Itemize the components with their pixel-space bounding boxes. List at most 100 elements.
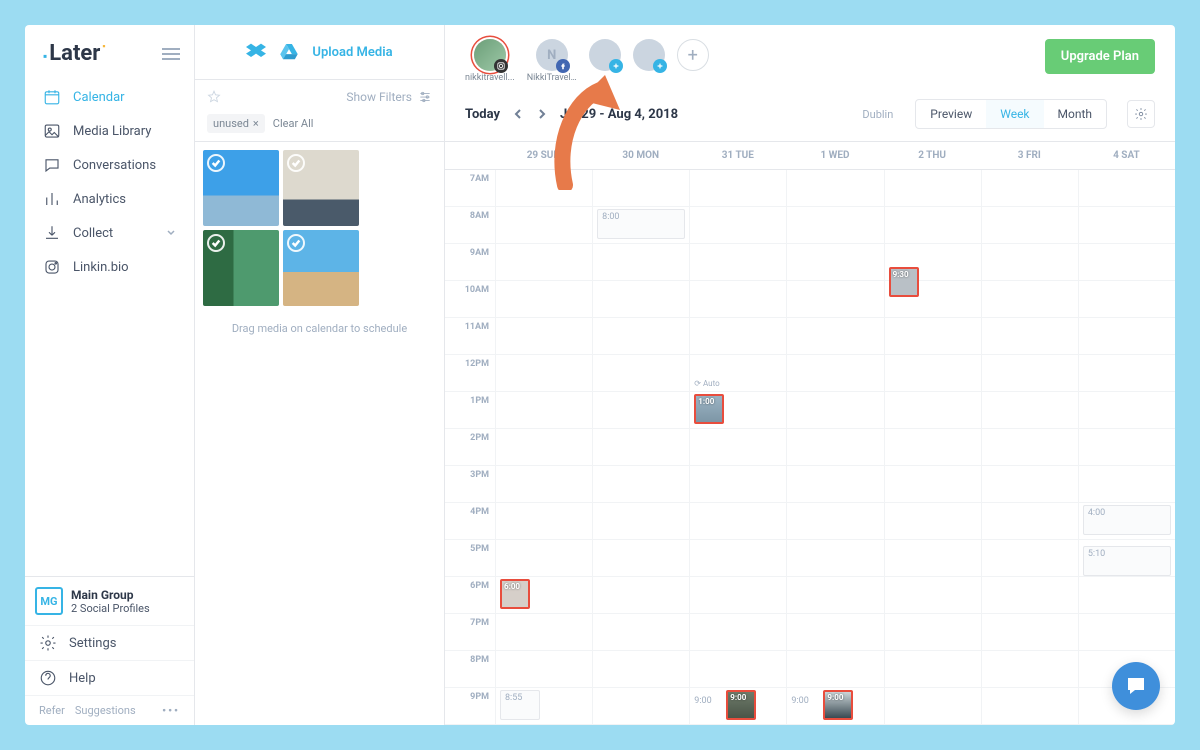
sidebar-item-collect[interactable]: Collect (33, 216, 186, 250)
hour-label: 8PM (445, 651, 495, 687)
media-thumbnail[interactable] (203, 230, 279, 306)
brand-logo: Later (43, 41, 106, 66)
media-thumbnail[interactable] (203, 150, 279, 226)
day-header: 31 TUE (689, 142, 786, 169)
social-profile-facebook[interactable]: N NikkiTravell... (527, 39, 577, 83)
week-tab[interactable]: Week (986, 100, 1043, 128)
check-icon (287, 234, 305, 252)
group-title: Main Group (71, 588, 150, 602)
calendar-settings-button[interactable] (1127, 100, 1155, 128)
dropbox-icon[interactable] (246, 43, 266, 61)
day-header: 2 THU (884, 142, 981, 169)
sidebar-item-label: Media Library (73, 124, 151, 139)
scheduled-post[interactable]: 1:00 (694, 394, 724, 424)
calendar-icon (43, 88, 61, 106)
scheduled-post[interactable]: 9:30 (889, 267, 919, 297)
profile-label: nikkitravell... (465, 73, 515, 83)
sliders-icon (418, 90, 432, 104)
hour-label: 8AM (445, 207, 495, 243)
auto-badge: ⟳ Auto (694, 379, 719, 388)
chevron-left-icon[interactable] (512, 108, 524, 120)
day-header: 29 SUN (495, 142, 592, 169)
hour-label: 11AM (445, 318, 495, 354)
view-segmented-control: Preview Week Month (915, 99, 1107, 129)
today-button[interactable]: Today (465, 107, 500, 122)
close-icon[interactable]: × (253, 117, 259, 130)
add-profile-button[interactable]: + (677, 39, 709, 71)
sidebar-item-conversations[interactable]: Conversations (33, 148, 186, 182)
filter-tag-unused[interactable]: unused× (207, 114, 265, 133)
time-slot[interactable]: 5:10 (1083, 546, 1171, 576)
hour-label: 4PM (445, 503, 495, 539)
plus-icon (653, 59, 667, 73)
social-profile-pinterest-add[interactable]: P (589, 39, 621, 71)
hour-label: 9PM (445, 688, 495, 724)
group-subtitle: 2 Social Profiles (71, 602, 150, 615)
more-icon[interactable]: ••• (162, 704, 180, 717)
media-thumbnail[interactable] (283, 150, 359, 226)
day-header: 4 SAT (1078, 142, 1175, 169)
time-slot[interactable]: 8:55 (500, 690, 540, 720)
upload-media-button[interactable]: Upload Media (312, 45, 392, 60)
sidebar-item-calendar[interactable]: Calendar (33, 80, 186, 114)
sidebar-item-media[interactable]: Media Library (33, 114, 186, 148)
suggestions-link[interactable]: Suggestions (75, 704, 136, 717)
social-profile-instagram[interactable]: nikkitravell... (465, 39, 515, 83)
hour-label: 10AM (445, 281, 495, 317)
sidebar-item-label: Collect (73, 226, 113, 241)
profile-label: NikkiTravell... (527, 73, 577, 83)
sidebar-item-analytics[interactable]: Analytics (33, 182, 186, 216)
calendar-grid[interactable]: 29 SUN 30 MON 31 TUE 1 WED 2 THU 3 FRI 4… (445, 142, 1175, 725)
sidebar: Later Calendar Media Library Conversatio… (25, 25, 195, 725)
chat-icon (1124, 674, 1148, 698)
gear-icon (1134, 107, 1148, 121)
hour-label: 6PM (445, 577, 495, 613)
time-slot[interactable]: 8:00 (597, 209, 685, 239)
plus-icon (609, 59, 623, 73)
group-selector[interactable]: MG Main Group 2 Social Profiles (25, 576, 194, 625)
hour-label: 3PM (445, 466, 495, 502)
link-icon (43, 258, 61, 276)
scheduled-post[interactable]: 6:00 (500, 579, 530, 609)
preview-tab[interactable]: Preview (916, 100, 986, 128)
check-icon (207, 234, 225, 252)
media-thumbnail[interactable] (283, 230, 359, 306)
sidebar-item-linkin[interactable]: Linkin.bio (33, 250, 186, 284)
group-avatar: MG (35, 587, 63, 615)
refer-link[interactable]: Refer (39, 704, 65, 717)
upgrade-plan-button[interactable]: Upgrade Plan (1045, 39, 1155, 74)
media-panel: Upload Media Show Filters unused× Clear … (195, 25, 445, 725)
hour-label: 9AM (445, 244, 495, 280)
sidebar-item-label: Linkin.bio (73, 260, 129, 275)
scheduled-post[interactable]: 9:00 (823, 690, 853, 720)
chevron-right-icon[interactable] (536, 108, 548, 120)
google-drive-icon[interactable] (280, 44, 298, 60)
show-filters-button[interactable]: Show Filters (346, 90, 432, 104)
sidebar-item-label: Calendar (73, 90, 125, 105)
hour-label: 2PM (445, 429, 495, 465)
check-icon (207, 154, 225, 172)
gear-icon (39, 634, 57, 652)
settings-link[interactable]: Settings (25, 625, 194, 660)
clear-all-button[interactable]: Clear All (273, 117, 314, 130)
menu-toggle-icon[interactable] (162, 45, 180, 63)
help-link[interactable]: Help (25, 660, 194, 695)
hour-label: 7AM (445, 170, 495, 206)
day-header-row: 29 SUN 30 MON 31 TUE 1 WED 2 THU 3 FRI 4… (445, 142, 1175, 170)
star-icon[interactable] (207, 90, 221, 104)
sidebar-item-label: Analytics (73, 192, 126, 207)
calendar-view: nikkitravell... N NikkiTravell... P + Up… (445, 25, 1175, 725)
social-profile-twitter-add[interactable] (633, 39, 665, 71)
help-icon (39, 669, 57, 687)
scheduled-post[interactable]: 9:00 (726, 690, 756, 720)
hour-label: 5PM (445, 540, 495, 576)
check-icon (287, 154, 305, 172)
date-range: Jul 29 - Aug 4, 2018 (560, 107, 678, 122)
intercom-chat-button[interactable] (1112, 662, 1160, 710)
month-tab[interactable]: Month (1044, 100, 1106, 128)
day-header: 30 MON (592, 142, 689, 169)
time-slot[interactable]: 4:00 (1083, 505, 1171, 535)
facebook-icon (556, 59, 570, 73)
event-time-label: 9:00 (791, 696, 808, 706)
chart-icon (43, 190, 61, 208)
